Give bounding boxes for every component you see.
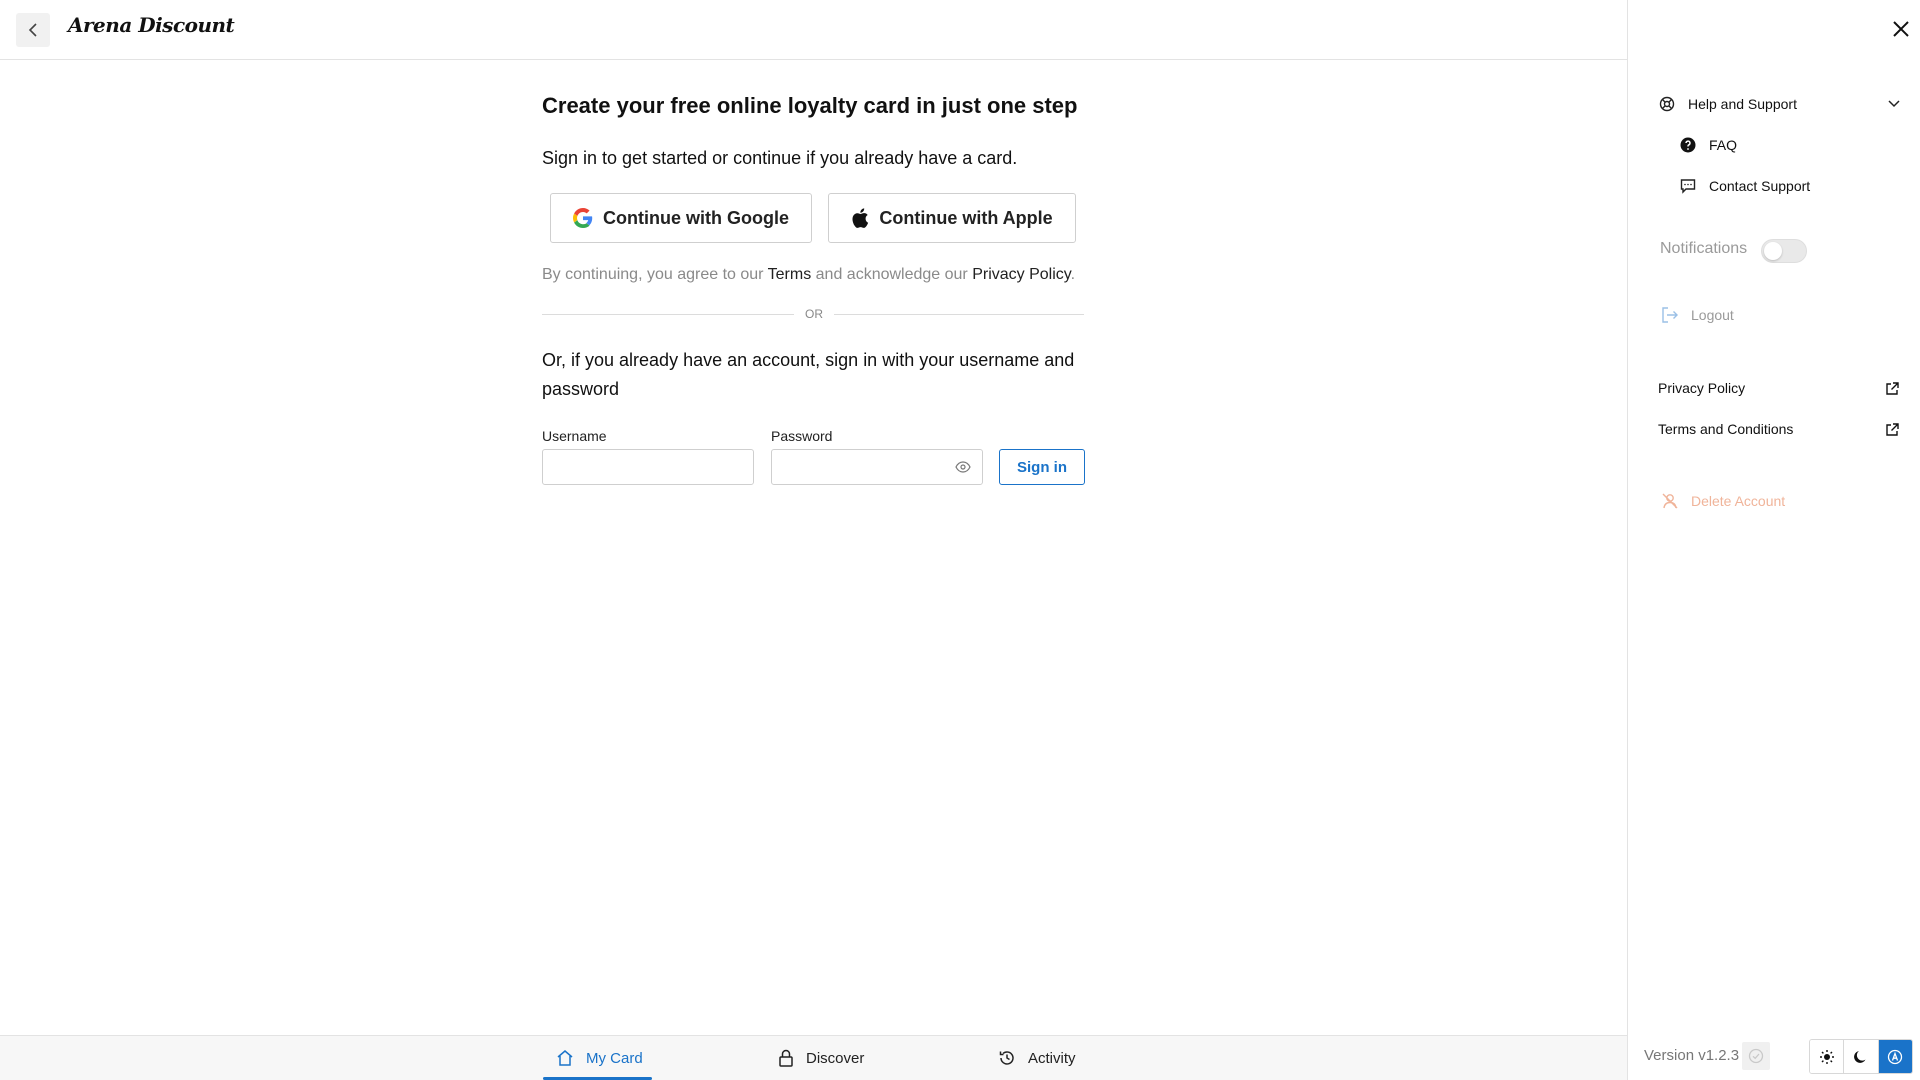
theme-light-button[interactable] — [1810, 1040, 1845, 1073]
terms-link[interactable]: Terms — [768, 266, 812, 283]
notifications-toggle[interactable] — [1761, 239, 1807, 263]
theme-auto-button[interactable] — [1878, 1040, 1912, 1073]
continue-with-google-button[interactable]: Continue with Google — [550, 193, 812, 243]
history-icon — [999, 1051, 1014, 1065]
external-link-icon[interactable] — [1884, 422, 1900, 438]
settings-panel: Help and Support FAQ Contact Support Not… — [1627, 0, 1920, 1080]
version-label: Version v1.2.3 — [1644, 1047, 1740, 1064]
notifications-label: Notifications — [1660, 240, 1748, 257]
close-icon — [1893, 21, 1909, 37]
nav-label-discover: Discover — [806, 1049, 865, 1067]
chevron-down-icon[interactable] — [1887, 97, 1901, 111]
legal-middle: and acknowledge our — [811, 266, 973, 283]
privacy-policy-link[interactable]: Privacy Policy — [972, 266, 1070, 283]
legal-prefix: By continuing, you agree to our — [542, 266, 768, 283]
password-input[interactable] — [771, 449, 983, 485]
faq-label: FAQ — [1709, 137, 1738, 153]
back-button[interactable] — [16, 13, 50, 47]
divider-line-right — [834, 314, 1084, 315]
chevron-left-icon — [28, 23, 37, 37]
nav-label-my-card: My Card — [586, 1049, 643, 1067]
moon-icon — [1854, 1050, 1866, 1063]
chat-icon — [1679, 177, 1697, 195]
bottom-navigation: My Card Discover Activity — [0, 1035, 1627, 1080]
main-app: Arena Discount Create your free online l… — [0, 0, 1627, 1080]
continue-with-apple-button[interactable]: Continue with Apple — [828, 193, 1076, 243]
contact-support-link[interactable]: Contact Support — [1679, 177, 1810, 195]
question-circle-icon — [1679, 136, 1697, 154]
brand-logo: Arena Discount — [68, 13, 235, 37]
eye-icon — [955, 461, 971, 473]
user-remove-icon — [1661, 492, 1679, 510]
external-link-icon[interactable] — [1884, 381, 1900, 397]
check-circle-icon — [1748, 1048, 1764, 1064]
toggle-knob — [1764, 242, 1782, 260]
or-divider: OR — [542, 307, 1084, 321]
top-bar: Arena Discount — [0, 0, 1627, 60]
legal-notice: By continuing, you agree to our Terms an… — [542, 266, 1075, 284]
show-password-toggle[interactable] — [954, 458, 972, 476]
nav-label-activity: Activity — [1028, 1049, 1076, 1067]
contact-support-label: Contact Support — [1709, 178, 1811, 194]
privacy-policy-panel-link[interactable]: Privacy Policy — [1658, 380, 1745, 396]
delete-account-button[interactable]: Delete Account — [1661, 492, 1785, 510]
nav-item-discover[interactable]: Discover — [778, 1036, 864, 1080]
help-and-support-toggle[interactable]: Help and Support — [1658, 95, 1797, 113]
page-title: Create your free online loyalty card in … — [542, 93, 1078, 118]
lock-icon — [779, 1049, 793, 1067]
or-label: OR — [805, 307, 823, 321]
sign-in-button[interactable]: Sign in — [999, 449, 1085, 485]
home-icon — [557, 1050, 573, 1066]
page-subtitle: Sign in to get started or continue if yo… — [542, 148, 1018, 168]
privacy-policy-label: Privacy Policy — [1658, 380, 1746, 396]
theme-switcher — [1809, 1039, 1913, 1074]
auto-theme-icon — [1888, 1049, 1903, 1064]
logout-button[interactable]: Logout — [1661, 306, 1734, 324]
apple-icon — [852, 208, 869, 228]
username-label: Username — [542, 428, 607, 444]
google-button-label: Continue with Google — [603, 207, 789, 228]
apple-button-label: Continue with Apple — [879, 207, 1053, 228]
faq-link[interactable]: FAQ — [1679, 136, 1737, 154]
logout-label: Logout — [1691, 307, 1734, 323]
terms-and-conditions-link[interactable]: Terms and Conditions — [1658, 421, 1793, 437]
nav-item-my-card[interactable]: My Card — [556, 1036, 643, 1080]
nav-item-activity[interactable]: Activity — [998, 1036, 1076, 1080]
sun-icon — [1819, 1049, 1834, 1064]
divider-line-left — [542, 314, 794, 315]
account-signin-text: Or, if you already have an account, sign… — [542, 350, 1075, 399]
version-check-button[interactable] — [1742, 1042, 1770, 1070]
username-input[interactable] — [542, 449, 754, 485]
lifebuoy-icon — [1658, 95, 1676, 113]
terms-and-conditions-label: Terms and Conditions — [1658, 421, 1794, 437]
delete-account-label: Delete Account — [1691, 493, 1786, 509]
help-and-support-label: Help and Support — [1688, 96, 1797, 112]
google-icon — [573, 208, 593, 228]
logout-icon — [1661, 306, 1679, 324]
theme-dark-button[interactable] — [1844, 1040, 1879, 1073]
close-panel-button[interactable] — [1890, 18, 1912, 40]
password-label: Password — [771, 428, 833, 444]
legal-suffix: . — [1070, 266, 1076, 283]
